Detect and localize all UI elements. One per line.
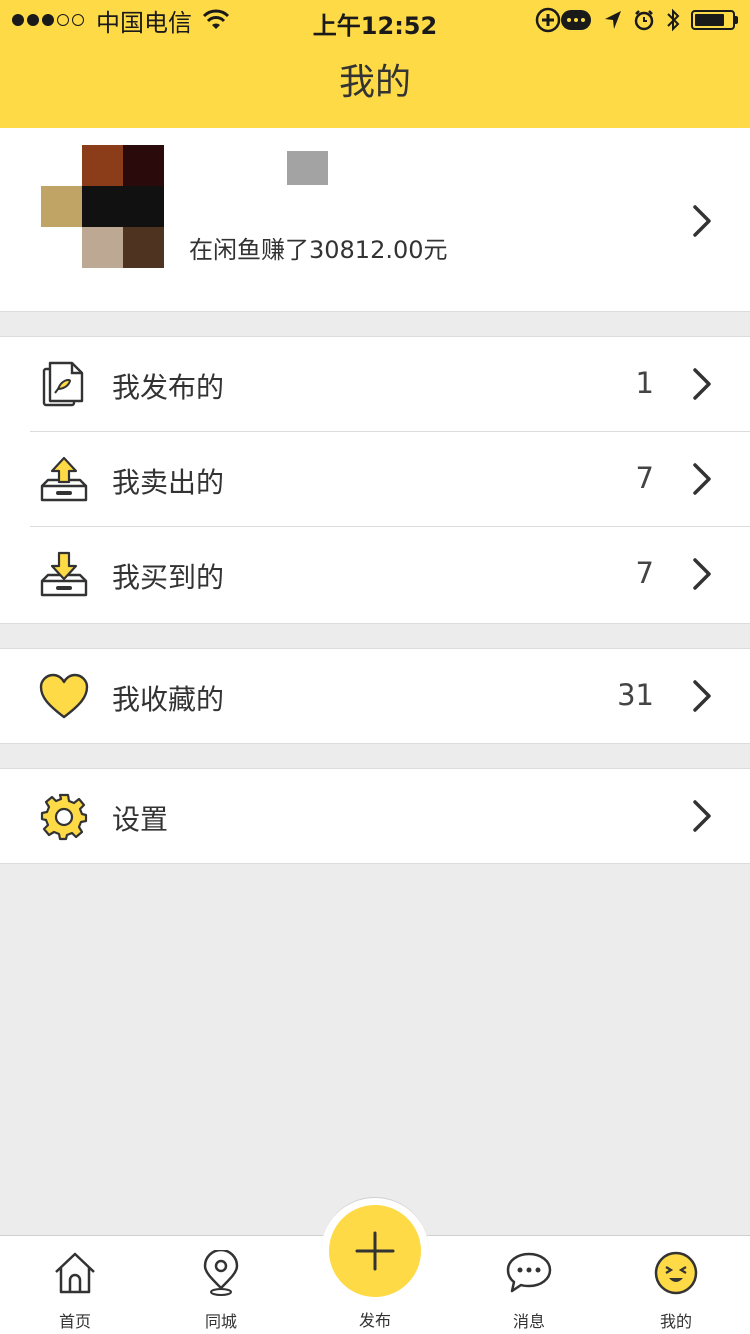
battery-icon xyxy=(691,10,738,30)
earnings-text: 在闲鱼赚了30812.00元 xyxy=(189,236,448,264)
tab-label: 首页 xyxy=(58,1312,91,1331)
list-item-label: 我发布的 xyxy=(112,371,225,404)
status-bar: 中国电信 上午12:52 xyxy=(0,0,750,40)
avatar-mosaic-cell xyxy=(82,227,123,268)
list-item-label: 我收藏的 xyxy=(112,683,225,716)
list-item-bought[interactable]: 我买到的 7 xyxy=(0,527,750,622)
avatar-mosaic-cell xyxy=(41,145,82,186)
location-pin-icon xyxy=(203,1250,239,1296)
home-icon xyxy=(55,1252,95,1294)
tab-messages[interactable]: 消息 xyxy=(454,1236,604,1334)
list-item-favorites[interactable]: 我收藏的 31 xyxy=(0,649,750,744)
avatar[interactable] xyxy=(41,145,164,268)
smiley-face-icon xyxy=(654,1251,698,1295)
chevron-right-icon xyxy=(693,463,711,495)
trade-list: 我发布的 1 我卖出的 7 我买到的 7 xyxy=(0,336,750,624)
chevron-right-icon xyxy=(693,205,711,237)
battery-fill xyxy=(695,14,724,26)
list-item-sold[interactable]: 我卖出的 7 xyxy=(0,432,750,527)
app-badges-icon xyxy=(535,7,591,33)
page-title: 我的 xyxy=(338,62,411,103)
avatar-mosaic-cell xyxy=(82,145,123,186)
avatar-mosaic-cell xyxy=(123,145,164,186)
heart-icon xyxy=(39,673,89,719)
list-item-published[interactable]: 我发布的 1 xyxy=(0,337,750,432)
top-bar: 中国电信 上午12:52 我的 xyxy=(0,0,750,128)
download-tray-icon xyxy=(40,551,88,597)
username-redacted xyxy=(287,151,328,185)
profile-card[interactable]: 在闲鱼赚了30812.00元 xyxy=(0,128,750,312)
list-item-label: 设置 xyxy=(112,803,169,836)
list-item-label: 我买到的 xyxy=(112,561,225,594)
tab-label: 消息 xyxy=(512,1312,545,1331)
chevron-right-icon xyxy=(693,680,711,712)
list-item-settings[interactable]: 设置 xyxy=(0,769,750,864)
list-item-count: 31 xyxy=(617,678,654,712)
tab-label: 我的 xyxy=(659,1312,692,1331)
avatar-mosaic-cell xyxy=(82,186,123,227)
list-item-count: 1 xyxy=(635,366,654,400)
plus-icon xyxy=(355,1231,395,1271)
avatar-mosaic-cell xyxy=(41,227,82,268)
publish-label: 发布 xyxy=(358,1311,391,1330)
list-item-count: 7 xyxy=(635,461,654,495)
alarm-icon xyxy=(634,10,654,31)
avatar-mosaic-cell xyxy=(123,186,164,227)
settings-list: 设置 xyxy=(0,768,750,864)
list-item-label: 我卖出的 xyxy=(112,466,225,499)
avatar-mosaic-cell xyxy=(41,186,82,227)
bluetooth-icon xyxy=(667,8,680,32)
chevron-right-icon xyxy=(693,558,711,590)
favorites-list: 我收藏的 31 xyxy=(0,648,750,744)
gear-icon xyxy=(40,793,88,841)
status-right xyxy=(535,6,738,34)
upload-tray-icon xyxy=(40,456,88,502)
list-item-count: 7 xyxy=(635,556,654,590)
location-arrow-icon xyxy=(605,11,621,29)
avatar-mosaic-cell xyxy=(123,227,164,268)
document-icon xyxy=(42,361,84,407)
tab-nearby[interactable]: 同城 xyxy=(146,1236,296,1334)
tab-home[interactable]: 首页 xyxy=(0,1236,150,1334)
tab-mine[interactable]: 我的 xyxy=(601,1236,750,1334)
tab-label: 同城 xyxy=(204,1312,237,1331)
chat-bubble-icon xyxy=(506,1252,552,1293)
chevron-right-icon xyxy=(693,800,711,832)
publish-button[interactable] xyxy=(329,1205,421,1297)
chevron-right-icon xyxy=(693,368,711,400)
